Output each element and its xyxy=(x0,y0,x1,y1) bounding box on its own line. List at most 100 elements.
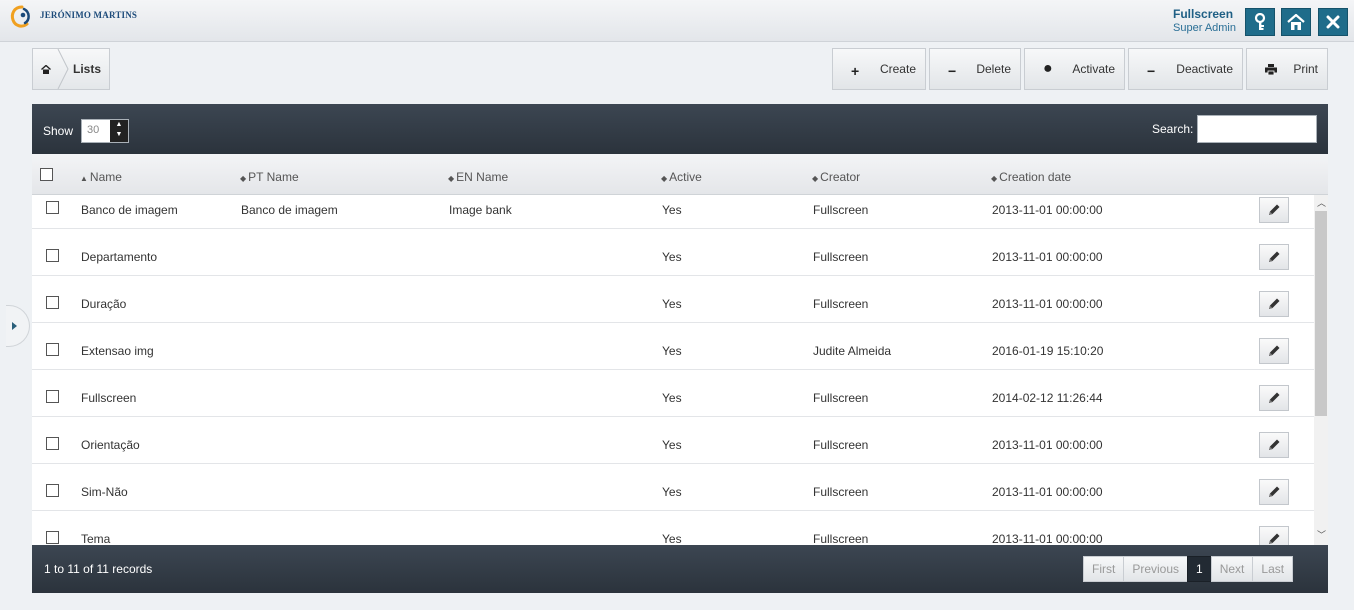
home-icon xyxy=(1287,14,1305,30)
page-size-stepper[interactable]: 30 ▲ ▼ xyxy=(81,119,129,143)
table-row[interactable]: Banco de imagem Banco de imagem Image ba… xyxy=(32,195,1314,229)
table-footer: 1 to 11 of 11 records First Previous 1 N… xyxy=(32,545,1328,593)
column-header-active[interactable]: ◆ Active xyxy=(661,170,702,184)
cell-creator: Fullscreen xyxy=(813,485,869,499)
home-button[interactable] xyxy=(1281,8,1311,36)
cell-name: Banco de imagem xyxy=(81,203,178,217)
pencil-icon xyxy=(1269,298,1280,309)
cell-creation-date: 2014-02-12 11:26:44 xyxy=(992,391,1103,405)
scroll-down-icon[interactable]: ﹀ xyxy=(1317,531,1326,540)
breadcrumb-current[interactable]: Lists xyxy=(73,62,101,76)
column-header-creation-date[interactable]: ◆ Creation date xyxy=(991,170,1071,184)
brand-logo[interactable]: JERÓNIMO MARTINS xyxy=(8,4,137,32)
cell-creation-date: 2013-11-01 00:00:00 xyxy=(992,438,1103,452)
column-header-en-name[interactable]: ◆ EN Name xyxy=(448,170,508,184)
cell-active: Yes xyxy=(662,485,682,499)
cell-creator: Fullscreen xyxy=(813,250,869,264)
cell-en-name: Image bank xyxy=(449,203,512,217)
scroll-up-icon[interactable]: ︿ xyxy=(1317,199,1326,208)
print-button[interactable]: Print xyxy=(1246,48,1328,90)
search-input[interactable] xyxy=(1197,115,1317,143)
delete-button[interactable]: − Delete xyxy=(929,48,1021,90)
select-all-checkbox[interactable] xyxy=(40,168,53,181)
table-row[interactable]: Tema Yes Fullscreen 2013-11-01 00:00:00 xyxy=(32,511,1314,545)
table-row[interactable]: Duração Yes Fullscreen 2013-11-01 00:00:… xyxy=(32,276,1314,323)
pager-next[interactable]: Next xyxy=(1210,556,1254,582)
deactivate-button[interactable]: − Deactivate xyxy=(1128,48,1243,90)
edit-button[interactable] xyxy=(1259,479,1289,505)
row-checkbox[interactable] xyxy=(46,343,59,356)
row-checkbox[interactable] xyxy=(46,437,59,450)
cell-creation-date: 2013-11-01 00:00:00 xyxy=(992,203,1103,217)
column-header-name[interactable]: ▲ Name xyxy=(80,170,122,184)
table-header: ▲ Name ◆ PT Name ◆ EN Name ◆ Active ◆ Creator… xyxy=(32,154,1328,195)
edit-button[interactable] xyxy=(1259,244,1289,270)
table-controls: Show 30 ▲ ▼ Search: xyxy=(32,104,1328,154)
close-icon xyxy=(1326,15,1340,29)
cell-active: Yes xyxy=(662,344,682,358)
search-label: Search: xyxy=(1152,122,1194,136)
create-label: Create xyxy=(879,62,916,76)
key-button[interactable] xyxy=(1245,8,1275,36)
pager-previous[interactable]: Previous xyxy=(1123,556,1189,582)
cell-creator: Fullscreen xyxy=(813,203,869,217)
pencil-icon xyxy=(1269,345,1280,356)
table-row[interactable]: Extensao img Yes Judite Almeida 2016-01-… xyxy=(32,323,1314,370)
sort-icon: ◆ xyxy=(812,174,819,183)
pencil-icon xyxy=(1269,251,1280,262)
print-label: Print xyxy=(1293,62,1318,76)
column-header-creator[interactable]: ◆ Creator xyxy=(812,170,860,184)
table-scrollbar[interactable]: ︿ ﹀ xyxy=(1314,195,1328,545)
cell-name: Fullscreen xyxy=(81,391,137,405)
cell-creator: Fullscreen xyxy=(813,438,869,452)
sidebar-toggle[interactable] xyxy=(6,305,30,347)
table-row[interactable]: Fullscreen Yes Fullscreen 2014-02-12 11:… xyxy=(32,370,1314,417)
table-row[interactable]: Departamento Yes Fullscreen 2013-11-01 0… xyxy=(32,229,1314,276)
edit-button[interactable] xyxy=(1259,197,1289,223)
home-icon xyxy=(41,64,51,74)
row-checkbox[interactable] xyxy=(46,249,59,262)
show-label: Show xyxy=(43,124,74,138)
user-role: Super Admin xyxy=(1173,22,1236,34)
activate-button[interactable]: ● Activate xyxy=(1024,48,1125,90)
deactivate-label: Deactivate xyxy=(1176,62,1233,76)
create-button[interactable]: + Create xyxy=(832,48,926,90)
row-checkbox[interactable] xyxy=(46,296,59,309)
row-checkbox[interactable] xyxy=(46,201,59,214)
row-checkbox[interactable] xyxy=(46,531,59,544)
cell-creation-date: 2013-11-01 00:00:00 xyxy=(992,532,1103,545)
brand-logo-icon xyxy=(10,5,30,28)
cell-creation-date: 2013-11-01 00:00:00 xyxy=(992,485,1103,499)
top-bar: JERÓNIMO MARTINS Fullscreen Super Admin xyxy=(0,0,1354,42)
spinner-arrows-icon[interactable]: ▲ ▼ xyxy=(110,120,128,142)
plus-icon: + xyxy=(851,63,860,79)
pencil-icon xyxy=(1269,533,1280,544)
close-button[interactable] xyxy=(1318,8,1348,36)
column-header-pt-name[interactable]: ◆ PT Name xyxy=(240,170,299,184)
cell-creator: Fullscreen xyxy=(813,532,869,545)
cell-active: Yes xyxy=(662,297,682,311)
pencil-icon xyxy=(1269,204,1280,215)
pager-last[interactable]: Last xyxy=(1252,556,1294,582)
cell-name: Tema xyxy=(81,532,111,545)
edit-button[interactable] xyxy=(1259,432,1289,458)
dot-icon: ● xyxy=(1043,60,1053,77)
cell-active: Yes xyxy=(662,438,682,452)
cell-name: Extensao img xyxy=(81,344,154,358)
row-checkbox[interactable] xyxy=(46,390,59,403)
cell-creation-date: 2013-11-01 00:00:00 xyxy=(992,297,1103,311)
row-checkbox[interactable] xyxy=(46,484,59,497)
breadcrumb-home[interactable] xyxy=(33,49,59,89)
pager-first[interactable]: First xyxy=(1083,556,1125,582)
minus-icon: − xyxy=(948,63,957,79)
edit-button[interactable] xyxy=(1259,526,1289,545)
edit-button[interactable] xyxy=(1259,385,1289,411)
scrollbar-thumb[interactable] xyxy=(1315,211,1327,416)
table-row[interactable]: Sim-Não Yes Fullscreen 2013-11-01 00:00:… xyxy=(32,464,1314,511)
pager-current-page[interactable]: 1 xyxy=(1187,556,1212,582)
edit-button[interactable] xyxy=(1259,291,1289,317)
pencil-icon xyxy=(1269,392,1280,403)
sort-asc-icon: ▲ xyxy=(80,174,88,183)
edit-button[interactable] xyxy=(1259,338,1289,364)
table-row[interactable]: Orientação Yes Fullscreen 2013-11-01 00:… xyxy=(32,417,1314,464)
